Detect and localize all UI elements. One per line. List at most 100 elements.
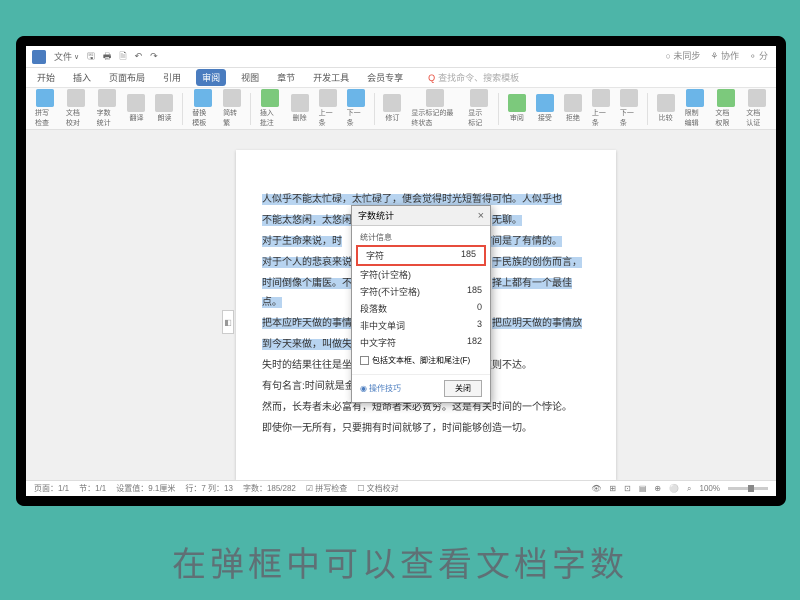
tool-文档权限[interactable]: 文档权限 xyxy=(712,89,739,128)
zoom-thumb[interactable] xyxy=(748,485,754,492)
tool-拼写检查[interactable]: 拼写检查 xyxy=(32,89,59,128)
command-search[interactable]: Q查找命令、搜索模板 xyxy=(428,71,519,84)
tool-上一条[interactable]: 上一条 xyxy=(589,89,613,128)
text-line[interactable]: 即使你一无所有，只要拥有时间就够了，时间能够创造一切。 xyxy=(262,419,590,438)
status-item[interactable]: 节：1/1 xyxy=(79,483,106,494)
stat-label: 字符(计空格) xyxy=(360,268,411,281)
tool-label: 文档校对 xyxy=(66,108,87,128)
tool-label: 替换模板 xyxy=(192,108,213,128)
zoom-value[interactable]: 100% xyxy=(700,484,720,493)
tool-审阅[interactable]: 审阅 xyxy=(505,94,529,123)
status-item[interactable]: 字数：185/282 xyxy=(243,483,296,494)
stat-label: 段落数 xyxy=(360,302,387,315)
sync-status[interactable]: ○ 未同步 xyxy=(665,49,700,62)
tip-icon: ◉ xyxy=(360,384,367,393)
app-logo-icon xyxy=(32,50,46,64)
separator xyxy=(647,93,648,125)
tool-上一条[interactable]: 上一条 xyxy=(316,89,340,128)
view-mode-icon[interactable]: ⊡ xyxy=(624,484,631,493)
tool-label: 拼写检查 xyxy=(35,108,56,128)
tool-接受[interactable]: 接受 xyxy=(533,94,557,123)
tab-章节[interactable]: 章节 xyxy=(274,69,298,86)
close-icon[interactable]: × xyxy=(478,210,484,222)
qat-redo-icon[interactable]: ↷ xyxy=(150,51,158,62)
titlebar: 文件 ∨ 🖫 🖶 🗎 ↶ ↷ ○ 未同步 ⚘ 协作 ⚬ 分 xyxy=(26,46,776,68)
selected-text: 对于生命来说，时 xyxy=(262,236,342,247)
zoom-slider[interactable] xyxy=(728,487,768,490)
tool-文档认证[interactable]: 文档认证 xyxy=(743,89,770,128)
tool-icon xyxy=(155,94,173,112)
stat-value: 185 xyxy=(467,285,482,298)
tool-简转繁[interactable]: 简转繁 xyxy=(220,89,244,128)
panel-toggle[interactable]: ◧ xyxy=(222,310,234,334)
tool-删除[interactable]: 删除 xyxy=(288,94,312,123)
view-mode-icon[interactable]: ▤ xyxy=(639,484,647,493)
qat-preview-icon[interactable]: 🗎 xyxy=(119,49,126,65)
tool-限制编辑[interactable]: 限制编辑 xyxy=(682,89,709,128)
separator xyxy=(182,93,183,125)
tab-开发工具[interactable]: 开发工具 xyxy=(310,69,352,86)
file-menu[interactable]: 文件 ∨ xyxy=(54,50,79,63)
tool-显示标记[interactable]: 显示标记 xyxy=(465,89,492,128)
qat-save-icon[interactable]: 🖫 xyxy=(87,49,95,65)
tool-label: 显示标记的最终状态 xyxy=(411,108,458,128)
tips-link[interactable]: ◉ 操作技巧 xyxy=(360,383,401,394)
tool-icon xyxy=(717,89,735,107)
tool-label: 文档认证 xyxy=(746,108,767,128)
tool-修订[interactable]: 修订 xyxy=(380,94,404,123)
status-item[interactable]: ☑ 拼写检查 xyxy=(306,483,347,494)
tab-开始[interactable]: 开始 xyxy=(34,69,58,86)
tool-label: 修订 xyxy=(385,113,399,123)
view-mode-icon[interactable]: ⊕ xyxy=(654,484,661,493)
tool-拒绝[interactable]: 拒绝 xyxy=(561,94,585,123)
tool-显示标记的最终状态[interactable]: 显示标记的最终状态 xyxy=(408,89,461,128)
tool-icon xyxy=(319,89,337,107)
tab-视图[interactable]: 视图 xyxy=(238,69,262,86)
tool-icon xyxy=(67,89,85,107)
tab-引用[interactable]: 引用 xyxy=(160,69,184,86)
view-mode-icon[interactable]: ⊞ xyxy=(609,484,616,493)
share-button[interactable]: ⚬ 分 xyxy=(749,49,768,62)
selected-text: 到今天来做，叫做失 xyxy=(262,339,352,350)
tool-icon xyxy=(98,89,116,107)
qat-undo-icon[interactable]: ↶ xyxy=(135,51,143,62)
tool-翻译[interactable]: 翻译 xyxy=(124,94,148,123)
status-item[interactable]: ☐ 文档校对 xyxy=(357,483,398,494)
tool-icon xyxy=(748,89,766,107)
tool-label: 拒绝 xyxy=(566,113,580,123)
checkbox-label: 包括文本框、脚注和尾注(F) xyxy=(372,355,470,366)
tab-页面布局[interactable]: 页面布局 xyxy=(106,69,148,86)
collab-button[interactable]: ⚘ 协作 xyxy=(710,49,739,62)
tool-下一条[interactable]: 下一条 xyxy=(344,89,368,128)
view-mode-icon[interactable]: 👁 xyxy=(591,484,601,493)
status-item[interactable]: 页面：1/1 xyxy=(34,483,69,494)
status-item[interactable]: 行：7 列：13 xyxy=(185,483,233,494)
selected-text: 无聊。 xyxy=(492,215,522,226)
tab-会员专享[interactable]: 会员专享 xyxy=(364,69,406,86)
status-item[interactable]: 设置值：9.1厘米 xyxy=(116,483,175,494)
qat-print-icon[interactable]: 🖶 xyxy=(103,49,112,65)
statusbar: 页面：1/1 节：1/1 设置值：9.1厘米行：7 列：13 字数：185/282 ☑ … xyxy=(26,480,776,496)
tab-审阅[interactable]: 审阅 xyxy=(196,69,226,86)
close-button[interactable]: 关闭 xyxy=(444,380,482,397)
tab-插入[interactable]: 插入 xyxy=(70,69,94,86)
tool-label: 下一条 xyxy=(347,108,365,128)
include-textbox-checkbox[interactable]: 包括文本框、脚注和尾注(F) xyxy=(352,351,490,370)
file-menu-label: 文件 xyxy=(54,50,72,63)
tool-icon xyxy=(470,89,488,107)
tool-文档校对[interactable]: 文档校对 xyxy=(63,89,90,128)
tool-label: 翻译 xyxy=(129,113,143,123)
tool-替换模板[interactable]: 替换模板 xyxy=(189,89,216,128)
tool-字数统计[interactable]: 字数统计 xyxy=(94,89,121,128)
stat-row-字符(不计空格): 字符(不计空格)185 xyxy=(352,283,490,300)
stat-row-字符(计空格): 字符(计空格) xyxy=(352,266,490,283)
view-mode-icon[interactable]: ⚪ xyxy=(669,484,679,493)
tool-插入批注[interactable]: 插入批注 xyxy=(257,89,284,128)
tool-label: 下一条 xyxy=(620,108,638,128)
tool-icon xyxy=(383,94,401,112)
ribbon-toolbar: 拼写检查文档校对字数统计翻译朗读替换模板简转繁插入批注删除上一条下一条修订显示标… xyxy=(26,88,776,130)
tool-比较[interactable]: 比较 xyxy=(654,94,678,123)
tool-朗读[interactable]: 朗读 xyxy=(152,94,176,123)
stat-value: 3 xyxy=(477,319,482,332)
tool-下一条[interactable]: 下一条 xyxy=(617,89,641,128)
